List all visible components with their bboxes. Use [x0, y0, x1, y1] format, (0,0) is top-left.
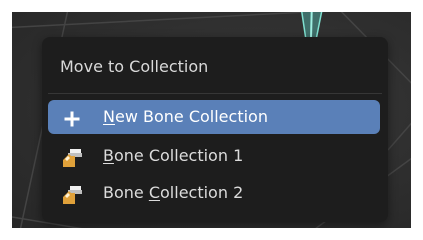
menu-separator	[48, 93, 382, 94]
menu-item-label: Bone Collection 2	[103, 183, 244, 202]
menu-item-new-bone-collection[interactable]: New Bone Collection	[48, 100, 380, 134]
move-to-collection-menu: Move to Collection New Bone Collection B…	[42, 37, 388, 222]
menu-item-bone-collection-2[interactable]: Bone Collection 2	[48, 176, 380, 210]
bone-collection-icon	[61, 146, 83, 167]
menu-item-label: Bone Collection 1	[103, 146, 244, 165]
menu-item-bone-collection-1[interactable]: Bone Collection 1	[48, 139, 380, 173]
menu-item-label: New Bone Collection	[103, 107, 268, 126]
bone-collection-icon	[61, 183, 83, 204]
plus-icon	[61, 107, 83, 127]
menu-title: Move to Collection	[60, 57, 209, 76]
bone-shape	[299, 0, 325, 41]
